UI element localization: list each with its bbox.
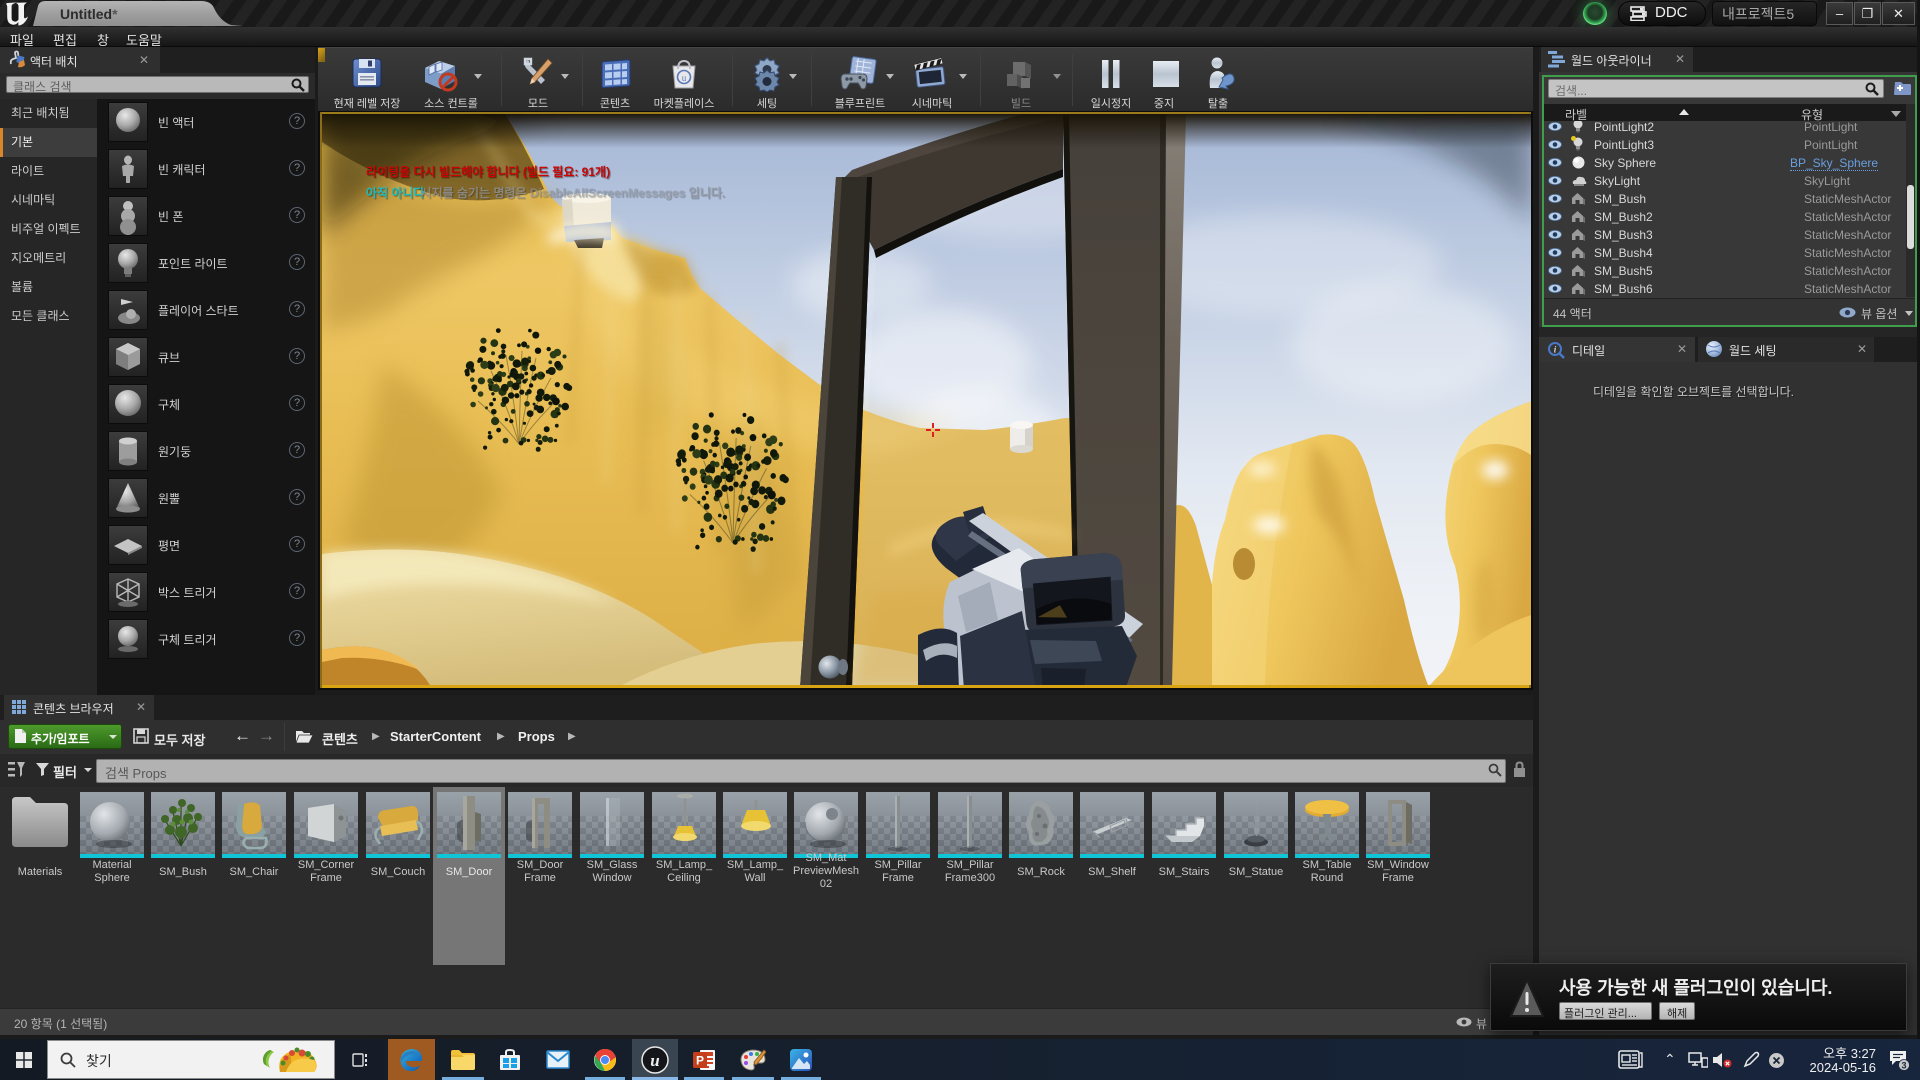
svg-text:i: i bbox=[1554, 345, 1557, 355]
svg-text:u: u bbox=[650, 1051, 659, 1070]
svg-text:3: 3 bbox=[1901, 1061, 1906, 1071]
svg-text:u: u bbox=[682, 73, 687, 83]
svg-text:P: P bbox=[696, 1054, 704, 1068]
